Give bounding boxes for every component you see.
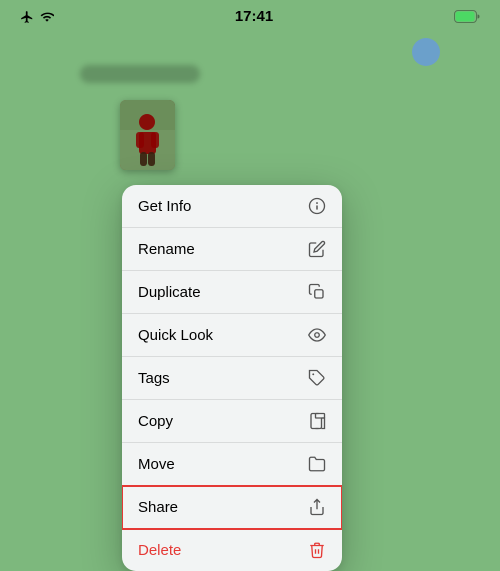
bg-title-blur — [80, 65, 200, 83]
info-circle-icon — [308, 197, 326, 215]
menu-item-rename[interactable]: Rename — [122, 228, 342, 271]
menu-item-duplicate[interactable]: Duplicate — [122, 271, 342, 314]
menu-item-move-label: Move — [138, 456, 175, 473]
tag-icon — [308, 369, 326, 387]
menu-item-delete[interactable]: Delete — [122, 529, 342, 571]
eye-icon — [308, 326, 326, 344]
context-menu: Get Info Rename Duplicate — [122, 185, 342, 571]
share-icon — [308, 498, 326, 516]
menu-item-rename-label: Rename — [138, 241, 195, 258]
airplane-icon — [20, 10, 34, 24]
status-right-icons — [454, 10, 480, 23]
trash-icon — [308, 541, 326, 559]
menu-item-delete-label: Delete — [138, 542, 181, 559]
duplicate-icon — [308, 283, 326, 301]
menu-item-quick-look-label: Quick Look — [138, 327, 213, 344]
menu-item-tags-label: Tags — [138, 370, 170, 387]
status-left-icons — [20, 10, 54, 24]
thumbnail-image — [120, 100, 175, 170]
battery-icon — [454, 10, 480, 23]
pencil-icon — [308, 240, 326, 258]
bg-dot — [412, 38, 440, 66]
menu-item-copy-label: Copy — [138, 413, 173, 430]
menu-item-share[interactable]: Share — [122, 486, 342, 529]
menu-item-move[interactable]: Move — [122, 443, 342, 486]
status-bar: 17:41 — [0, 0, 500, 29]
menu-item-quick-look[interactable]: Quick Look — [122, 314, 342, 357]
status-time: 17:41 — [235, 8, 273, 25]
menu-item-get-info-label: Get Info — [138, 198, 191, 215]
menu-item-get-info[interactable]: Get Info — [122, 185, 342, 228]
thumbnail-figure — [120, 100, 175, 170]
menu-item-tags[interactable]: Tags — [122, 357, 342, 400]
menu-item-duplicate-label: Duplicate — [138, 284, 201, 301]
menu-item-share-label: Share — [138, 499, 178, 516]
folder-icon — [308, 455, 326, 473]
wifi-icon — [40, 10, 54, 24]
copy-icon — [308, 412, 326, 430]
menu-item-copy[interactable]: Copy — [122, 400, 342, 443]
file-thumbnail — [120, 100, 175, 170]
